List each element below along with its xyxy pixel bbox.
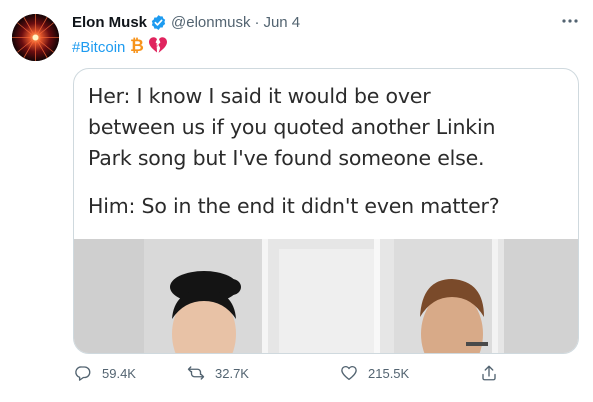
meme-photo: [74, 239, 578, 353]
retweet-icon: [187, 366, 205, 380]
meme-text: Her: I know I said it would be over betw…: [88, 81, 568, 222]
bitcoin-icon: ₿: [129, 36, 144, 59]
meme-line: Him: So in the end it didn't even matter…: [88, 194, 500, 219]
hashtag-link[interactable]: #Bitcoin: [72, 39, 125, 56]
retweet-button[interactable]: 32.7K: [187, 364, 249, 382]
reply-count: 59.4K: [102, 365, 136, 381]
reply-icon: [75, 366, 91, 381]
separator-dot: ·: [254, 13, 260, 31]
meme-line: between us if you quoted another Linkin: [88, 114, 496, 139]
avatar[interactable]: [12, 14, 59, 61]
meme-line: Her: I know I said it would be over: [88, 84, 431, 108]
tweet-text: #Bitcoin ₿: [72, 36, 168, 58]
tweet-actions: 59.4K 32.7K 215.5K: [72, 364, 502, 388]
author-name[interactable]: Elon Musk: [72, 14, 147, 31]
reply-button[interactable]: 59.4K: [74, 364, 136, 382]
like-button[interactable]: 215.5K: [340, 364, 409, 382]
share-icon: [482, 365, 496, 381]
tweet[interactable]: Elon Musk @elonmusk · Jun 4 #Bitcoin ₿ H…: [0, 0, 593, 402]
author-handle[interactable]: @elonmusk: [171, 14, 250, 31]
broken-heart-icon: [148, 36, 168, 59]
heart-icon: [341, 365, 357, 381]
like-count: 215.5K: [368, 365, 410, 381]
share-button[interactable]: [480, 364, 498, 382]
tweet-header: Elon Musk @elonmusk · Jun 4: [72, 12, 300, 32]
tweet-date[interactable]: Jun 4: [263, 14, 300, 31]
verified-badge-icon: [150, 14, 167, 31]
more-icon[interactable]: [561, 11, 579, 29]
tweet-media-image[interactable]: Her: I know I said it would be over betw…: [73, 68, 579, 354]
svg-text:₿: ₿: [130, 36, 144, 54]
retweet-count: 32.7K: [215, 365, 249, 381]
meme-line: Park song but I've found someone else.: [88, 145, 485, 170]
